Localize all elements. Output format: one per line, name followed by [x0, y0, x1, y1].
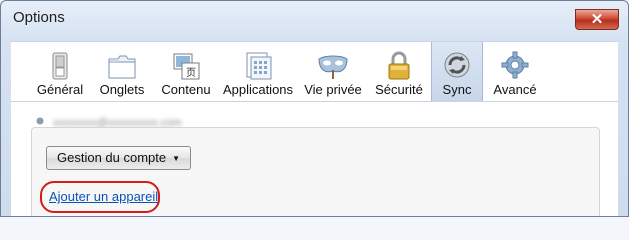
tab-applications[interactable]: Applications	[221, 42, 295, 102]
tab-tabs[interactable]: Onglets	[95, 42, 149, 102]
sync-icon	[444, 52, 470, 78]
tab-label: Contenu	[161, 82, 211, 97]
tab-label: Onglets	[99, 82, 145, 97]
close-button[interactable]: ✕	[575, 9, 619, 30]
tab-general[interactable]: Général	[33, 42, 87, 102]
tabs-icon	[108, 55, 136, 79]
svg-text:页: 页	[186, 67, 196, 79]
sync-panel: xxxxxxxx@xxxxxxxxx.com Gestion du compte…	[11, 101, 618, 216]
content-icon: 页	[173, 53, 200, 80]
preferences-toolbar: Général Onglets 页 Contenu Applications V…	[11, 41, 618, 102]
applications-icon	[246, 52, 272, 80]
tab-label: Sécurité	[375, 82, 423, 97]
close-icon: ✕	[590, 11, 604, 28]
manage-account-label: Gestion du compte	[57, 150, 167, 165]
tab-label: Applications	[222, 82, 294, 97]
add-device-link[interactable]: Ajouter un appareil	[49, 189, 158, 204]
account-group: Gestion du compte ▼ Ajouter un appareil	[31, 127, 600, 216]
options-window: Options ✕ Général Onglets 页 Contenu Appl…	[0, 0, 629, 217]
tab-sync[interactable]: Sync	[431, 42, 483, 102]
privacy-mask-icon	[318, 55, 348, 79]
chevron-down-icon: ▼	[172, 153, 181, 163]
gear-icon	[501, 51, 529, 79]
tab-label: Vie privée	[304, 82, 362, 97]
tab-label: Général	[36, 82, 84, 97]
manage-account-button[interactable]: Gestion du compte ▼	[46, 146, 192, 170]
tab-security[interactable]: Sécurité	[371, 42, 427, 102]
padlock-icon	[388, 51, 410, 80]
tab-content[interactable]: 页 Contenu	[157, 42, 215, 102]
tab-label: Sync	[442, 82, 472, 97]
highlight-circle: Ajouter un appareil	[40, 181, 160, 213]
tab-label: Avancé	[493, 82, 537, 97]
tab-privacy[interactable]: Vie privée	[301, 42, 365, 102]
title-bar[interactable]: Options ✕	[1, 1, 628, 35]
window-title: Options	[13, 9, 65, 26]
general-switch-icon	[52, 52, 68, 80]
tab-advanced[interactable]: Avancé	[487, 42, 543, 102]
